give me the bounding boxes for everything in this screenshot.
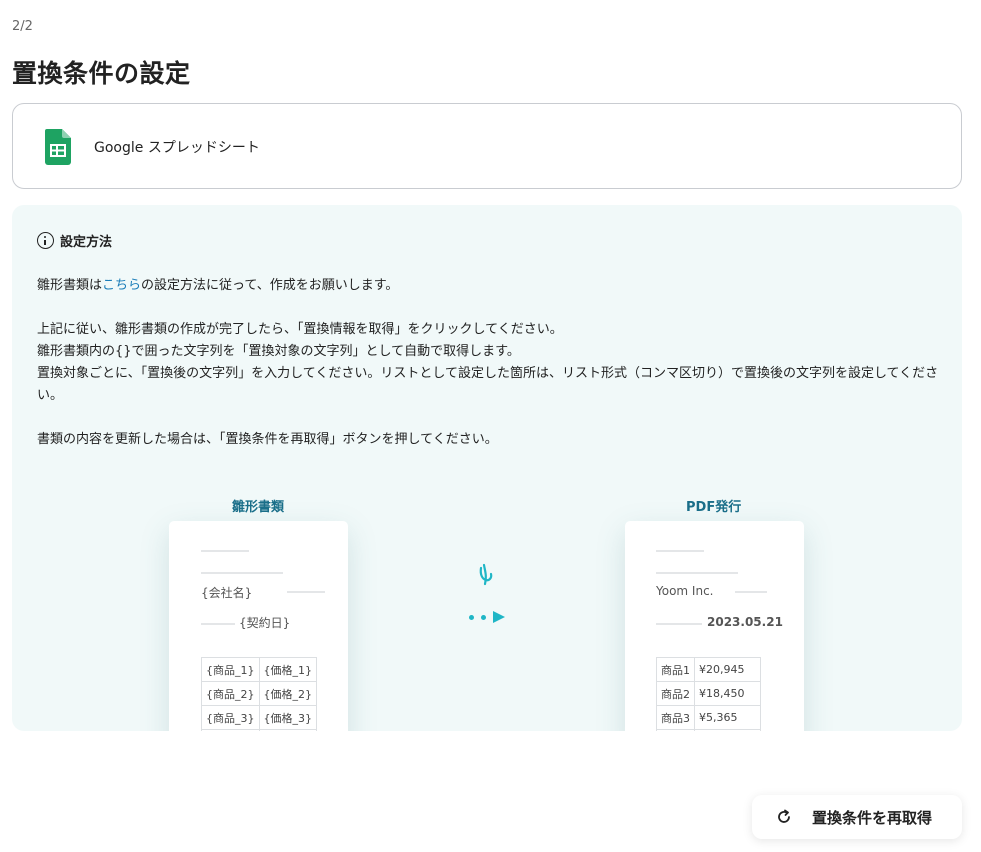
output-company: Yoom Inc. [656,584,714,598]
template-document: {会社名} {契約日} {商品_1} {価格_1} {商品_2} {価格_2} {商… [169,521,348,731]
table-row: 商品2 ¥18,450 [656,681,761,706]
table-row: 商品3 ¥5,365 [656,705,761,730]
convert-arrow [467,562,527,642]
page-title: 置換条件の設定 [12,59,191,88]
info-panel: 設定方法 雛形書類はこちらの設定方法に従って、作成をお願いします。 上記に従い、… [12,205,962,731]
table-row: 商品1 ¥20,945 [656,657,761,682]
app-card[interactable]: Google スプレッドシート [12,103,962,189]
info-line-auto: 雛形書類内の{}で囲った文字列を「置換対象の文字列」として自動で取得します。 [37,344,520,359]
table-row: {商品_3} {価格_3} [201,705,317,730]
info-title: 設定方法 [60,235,113,250]
template-label: 雛形書類 [232,500,285,515]
table-row [201,729,317,731]
yoom-icon [479,563,493,586]
output-date: 2023.05.21 [707,615,783,629]
output-label: PDF発行 [686,500,742,515]
template-date: {契約日} [239,616,291,630]
refresh-icon [778,809,790,823]
template-company: {会社名} [201,586,253,600]
info-body: 雛形書類はこちらの設定方法に従って、作成をお願いします。 上記に従い、雛形書類の… [37,275,942,451]
google-sheets-icon [45,129,71,165]
info-heading: 設定方法 [37,231,112,250]
refetch-conditions-button[interactable]: 置換条件を再取得 [752,795,962,839]
table-row [656,729,761,731]
play-arrow-icon [493,611,505,623]
template-guide-link[interactable]: こちら [102,278,141,293]
table-row: {商品_1} {価格_1} [201,657,317,682]
info-line-input: 置換対象ごとに、「置換後の文字列」を入力してください。リストとして設定した箇所は… [37,366,939,403]
info-paragraph-1: 雛形書類はこちらの設定方法に従って、作成をお願いします。 [37,278,399,293]
app-name: Google スプレッドシート [94,140,260,156]
output-document: Yoom Inc. 2023.05.21 商品1 ¥20,945 商品2 ¥18,4… [625,521,804,731]
template-table: {商品_1} {価格_1} {商品_2} {価格_2} {商品_3} {価格_3} [201,657,317,731]
step-indicator: 2/2 [12,19,33,34]
info-line-fetch: 上記に従い、雛形書類の作成が完了したら、「置換情報を取得」をクリックしてください… [37,322,563,337]
info-icon [37,232,54,249]
output-table: 商品1 ¥20,945 商品2 ¥18,450 商品3 ¥5,365 [656,657,761,731]
table-row: {商品_2} {価格_2} [201,681,317,706]
info-line-refetch: 書類の内容を更新した場合は、「置換条件を再取得」ボタンを押してください。 [37,432,498,447]
illustration: 雛形書類 {会社名} {契約日} {商品_1} {価格_1} {商品_2} {価格_… [12,490,962,731]
refetch-button-label: 置換条件を再取得 [812,810,933,827]
